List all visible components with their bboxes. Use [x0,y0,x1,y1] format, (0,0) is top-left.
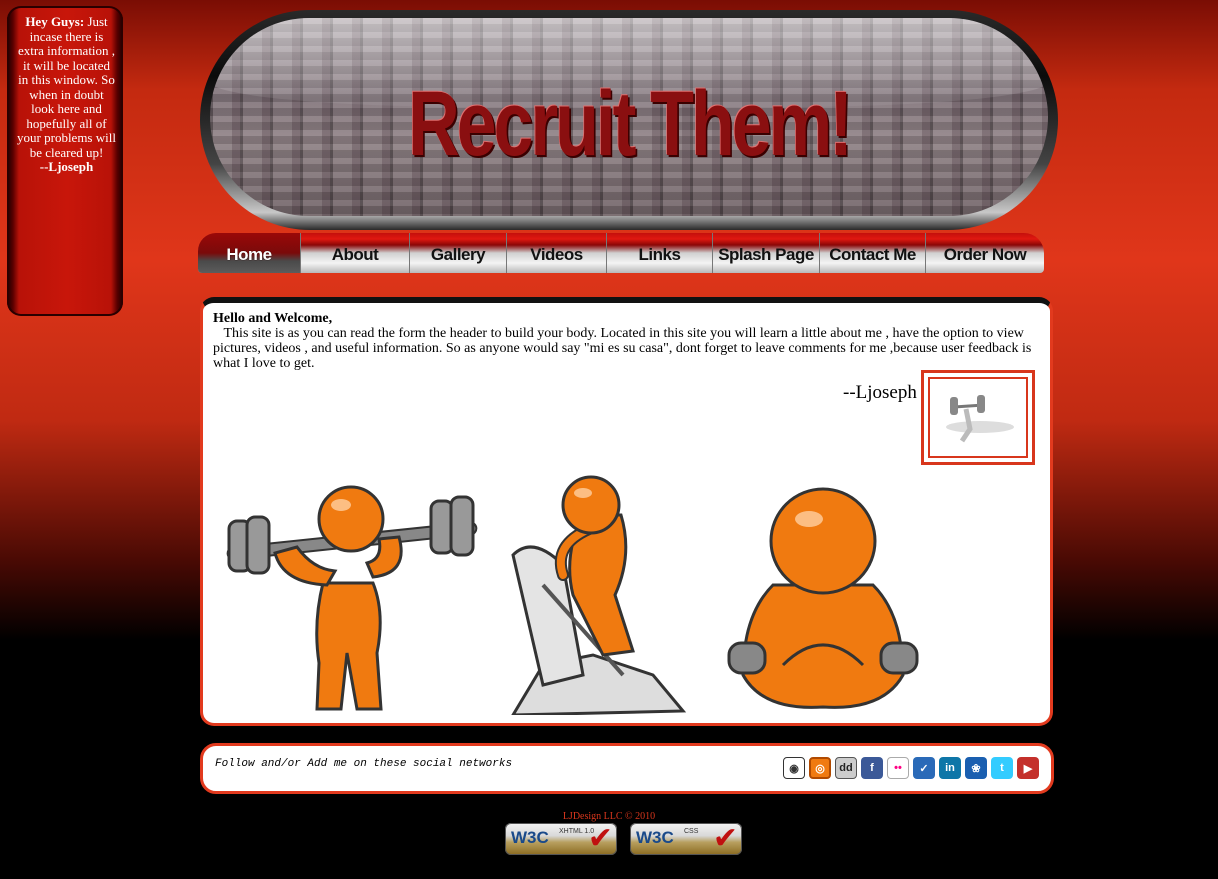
w3c-xhtml-badge[interactable]: W3C XHTML 1.0 ✔ [505,821,617,856]
w3c-logo: W3C [511,828,549,847]
barbell-lifter-figure [226,485,478,711]
welcome-paragraph: This site is as you can read the form th… [213,326,1032,371]
linkedin-icon[interactable]: in [939,757,961,779]
info-text: Hey Guys: Just incase there is extra inf… [17,14,116,175]
w3c-logo: W3C [636,828,674,847]
w3c-css-badge[interactable]: W3C CSS ✔ [630,821,742,856]
nav-links[interactable]: Links [607,233,713,273]
site-title: Recruit Them! [408,73,853,175]
main-content: Hello and Welcome, This site is as you c… [200,297,1053,726]
social-caption: Follow and/or Add me on these social net… [215,758,513,770]
facebook-icon[interactable]: f [861,757,883,779]
barbell-thumb-icon [946,395,1014,443]
dumbbell-sitter-figure [727,487,919,709]
nav-about[interactable]: About [301,233,410,273]
nav-splash-page[interactable]: Splash Page [713,233,820,273]
youtube-icon[interactable]: ▶ [1017,757,1039,779]
welcome-text: Hello and Welcome, This site is as you c… [213,311,1039,371]
delicious-icon[interactable]: dd [835,757,857,779]
content-signature: --Ljoseph [843,382,917,403]
info-sidebar: Hey Guys: Just incase there is extra inf… [7,6,123,316]
rss-icon[interactable]: ◎ [809,757,831,779]
nav-order-now[interactable]: Order Now [926,233,1044,273]
info-lead: Hey Guys: [25,14,85,29]
check-icon: ✔ [587,821,613,856]
flickr-icon[interactable]: •• [887,757,909,779]
myspace-icon[interactable]: ◉ [783,757,805,779]
msn-icon[interactable]: ❀ [965,757,987,779]
nav-contact-me[interactable]: Contact Me [820,233,926,273]
check-icon: ✔ [712,821,738,856]
info-signature: --Ljoseph [39,159,94,174]
info-body: Just incase there is extra information ,… [17,14,116,160]
main-nav: Home About Gallery Videos Links Splash P… [198,233,1044,273]
barbell-thumbnail[interactable] [921,370,1035,465]
elliptical-figure [511,475,687,715]
social-bar: Follow and/or Add me on these social net… [200,743,1054,794]
nav-home[interactable]: Home [198,233,301,273]
technorati-icon[interactable]: ✓ [913,757,935,779]
badge-label: CSS [684,828,699,835]
nav-gallery[interactable]: Gallery [410,233,507,273]
nav-videos[interactable]: Videos [507,233,607,273]
welcome-heading: Hello and Welcome, [213,311,333,326]
social-icons: ◉ ◎ dd f •• ✓ in ❀ t ▶ [783,757,1039,779]
twitter-icon[interactable]: t [991,757,1013,779]
header-banner: Recruit Them! [200,10,1058,230]
